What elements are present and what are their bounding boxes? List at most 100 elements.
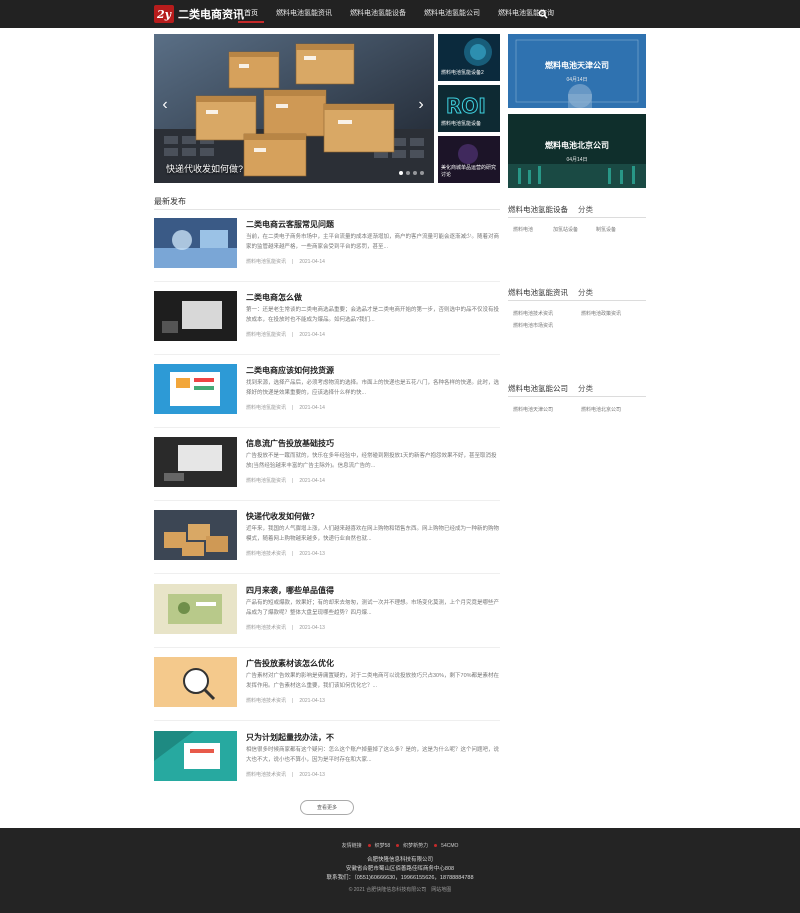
article-title[interactable]: 四月来袭，哪些单品值得 — [246, 585, 334, 596]
sidebar-divider — [508, 396, 646, 397]
sidebar-title-text[interactable]: 燃料电池氢能设备 — [508, 205, 568, 214]
sidebar-link[interactable]: 燃料电池市场资讯 — [513, 322, 553, 329]
nav-item-fuel-cell-news[interactable]: 燃料电池氢能资讯 — [276, 0, 332, 28]
article-title[interactable]: 信息流广告投放基础技巧 — [246, 438, 334, 449]
article-title[interactable]: 只为计划起量找办法，不 — [246, 732, 334, 743]
search-icon[interactable] — [538, 9, 548, 19]
article-thumbnail[interactable] — [154, 291, 237, 341]
thumb-label: 美化商城单品运营的研究讨论 — [441, 165, 497, 178]
carousel-dot[interactable] — [399, 171, 403, 175]
friend-link[interactable]: 织梦58 — [367, 842, 391, 849]
hero-thumb[interactable]: ROI 燃料电池氢能设备 — [438, 85, 500, 132]
article-divider — [154, 647, 500, 648]
article-summary: 相信很多时候商家都有这个疑问：怎么这个账户掉量掉了这么多？是的，这是为什么呢？这… — [246, 747, 500, 763]
nav-item-home[interactable]: 首页 — [238, 0, 264, 28]
sidebar-link[interactable]: 燃料电池北京公司 — [581, 406, 621, 413]
thumb-label: 燃料电池氢能设备 — [441, 121, 482, 127]
sidebar-link[interactable]: 制氢设备 — [596, 226, 616, 233]
sidebar-link[interactable]: 加氢站设备 — [553, 226, 578, 233]
friend-link[interactable]: 织梦新势力 — [396, 842, 428, 849]
feature-title: 燃料电池天津公司 — [545, 61, 609, 70]
carousel-prev-arrow[interactable]: ‹ — [160, 96, 170, 114]
article-meta: 燃料电池氢能资讯 | 2021-04-14 — [246, 478, 325, 484]
sidebar-link[interactable]: 燃料电池政策资讯 — [581, 310, 621, 317]
friend-link[interactable]: 54CMO — [434, 842, 458, 849]
nav-item-fuel-cell-equipment[interactable]: 燃料电池氢能设备 — [350, 0, 406, 28]
hero-thumb[interactable]: 燃料电池氢能设备2 — [438, 34, 500, 81]
article-divider — [154, 500, 500, 501]
feature-image — [508, 114, 646, 188]
article-thumbnail[interactable] — [154, 731, 237, 781]
article-category[interactable]: 燃料电池技术资讯 — [246, 625, 286, 631]
article-summary: 产品有的短或爆款，效果好；有的却来去匆匆，测试一次并不理想。市场变化莫测，上个月… — [246, 600, 500, 616]
hero-thumb[interactable]: 美化商城单品运营的研究讨论 — [438, 136, 500, 183]
article-title[interactable]: 二类电商应该如何找货源 — [246, 365, 334, 376]
feature-date: 04月14日 — [566, 77, 588, 83]
friend-link-text[interactable]: 织梦新势力 — [403, 842, 428, 849]
top-navigation-bar: 2y 二类电商资讯 首页 燃料电池氢能资讯 燃料电池氢能设备 燃料电池氢能公司 … — [0, 0, 800, 28]
sidebar-title-text[interactable]: 燃料电池氢能资讯 — [508, 288, 568, 297]
load-more-button[interactable]: 查看更多 — [300, 800, 354, 815]
feature-title: 燃料电池北京公司 — [545, 141, 609, 150]
article-title[interactable]: 广告投放素材该怎么优化 — [246, 658, 334, 669]
sidebar-divider — [508, 300, 646, 301]
article-item[interactable]: 只为计划起量找办法，不 相信很多时候商家都有这个疑问：怎么这个账户掉量掉了这么多… — [154, 731, 500, 805]
article-thumbnail[interactable] — [154, 584, 237, 634]
friend-link-text[interactable]: 织梦58 — [375, 842, 391, 849]
sidebar-divider — [508, 217, 646, 218]
carousel-next-arrow[interactable]: › — [416, 96, 426, 114]
sidebar-title-text[interactable]: 燃料电池氢能公司 — [508, 384, 568, 393]
article-date: 2021-04-13 — [299, 698, 325, 704]
article-date: 2021-04-14 — [299, 478, 325, 484]
footer-contact: 联系我们：（0551)60666630，19966155626，18788884… — [326, 875, 474, 881]
hero-carousel[interactable]: ‹ › 快递代收发如何做? — [154, 34, 434, 183]
sidebar-link[interactable]: 燃料电池技术资讯 — [513, 310, 553, 317]
article-category[interactable]: 燃料电池氢能资讯 — [246, 478, 286, 484]
feature-card[interactable]: 燃料电池北京公司 04月14日 — [508, 114, 646, 188]
article-meta: 燃料电池氢能资讯 | 2021-04-14 — [246, 332, 325, 338]
article-category[interactable]: 燃料电池氢能资讯 — [246, 332, 286, 338]
article-title[interactable]: 快递代收发如何做? — [246, 511, 315, 522]
article-date: 2021-04-13 — [299, 625, 325, 631]
article-category[interactable]: 燃料电池技术资讯 — [246, 551, 286, 557]
site-logo[interactable]: 2y 二类电商资讯 — [154, 5, 244, 23]
article-meta: 燃料电池技术资讯 | 2021-04-13 — [246, 772, 325, 778]
article-summary: 近年来，我国的人气骤增上涨，人们越来越喜欢在网上购物和销售东西。网上购物已经成为… — [246, 526, 500, 542]
article-category[interactable]: 燃料电池氢能资讯 — [246, 259, 286, 265]
article-summary: 当前，在二类电子商务市场中，主平台流量的成本逐渐增加，商户的客户流量可能会逐渐减… — [246, 234, 500, 250]
footer-address: 安徽省合肥市蜀山区佰善路佳晖商务中心808 — [345, 866, 455, 872]
article-category[interactable]: 燃料电池技术资讯 — [246, 772, 286, 778]
article-category[interactable]: 燃料电池技术资讯 — [246, 698, 286, 704]
carousel-dot[interactable] — [413, 171, 417, 175]
article-date: 2021-04-13 — [299, 551, 325, 557]
main-nav: 首页 燃料电池氢能资讯 燃料电池氢能设备 燃料电池氢能公司 燃料电池氢能咨询 — [238, 0, 572, 28]
logo-mark: 2y — [154, 5, 174, 23]
article-meta: 燃料电池技术资讯 | 2021-04-13 — [246, 698, 325, 704]
feature-date: 04月14日 — [566, 157, 588, 163]
nav-item-fuel-cell-company[interactable]: 燃料电池氢能公司 — [424, 0, 480, 28]
article-thumbnail[interactable] — [154, 657, 237, 707]
article-meta: 燃料电池技术资讯 | 2021-04-13 — [246, 551, 325, 557]
article-thumbnail[interactable] — [154, 510, 237, 560]
article-divider — [154, 720, 500, 721]
sidebar-sub-label: 分类 — [578, 205, 593, 214]
carousel-dot[interactable] — [406, 171, 410, 175]
article-summary: 找到来源，选择产品后，必须考虑物流的选择。市面上的快递也是五花八门，各种各样的快… — [246, 380, 500, 396]
article-category[interactable]: 燃料电池氢能资讯 — [246, 405, 286, 411]
article-title[interactable]: 二类电商怎么做 — [246, 292, 302, 303]
article-thumbnail[interactable] — [154, 218, 237, 268]
article-thumbnail[interactable] — [154, 364, 237, 414]
friend-link-text[interactable]: 54CMO — [441, 843, 458, 849]
carousel-dots — [399, 171, 424, 175]
sidebar-section-title: 燃料电池氢能资讯 分类 — [508, 287, 593, 298]
feature-card[interactable]: 燃料电池天津公司 04月14日 — [508, 34, 646, 108]
sidebar-link[interactable]: 燃料电池 — [513, 226, 533, 233]
hero-caption[interactable]: 快递代收发如何做? — [166, 162, 243, 175]
article-divider — [154, 427, 500, 428]
sidebar-link[interactable]: 燃料电池天津公司 — [513, 406, 553, 413]
carousel-dot[interactable] — [420, 171, 424, 175]
article-title[interactable]: 二类电商云客服常见问题 — [246, 219, 334, 230]
bullet-icon — [434, 844, 438, 847]
article-thumbnail[interactable] — [154, 437, 237, 487]
article-divider — [154, 281, 500, 282]
